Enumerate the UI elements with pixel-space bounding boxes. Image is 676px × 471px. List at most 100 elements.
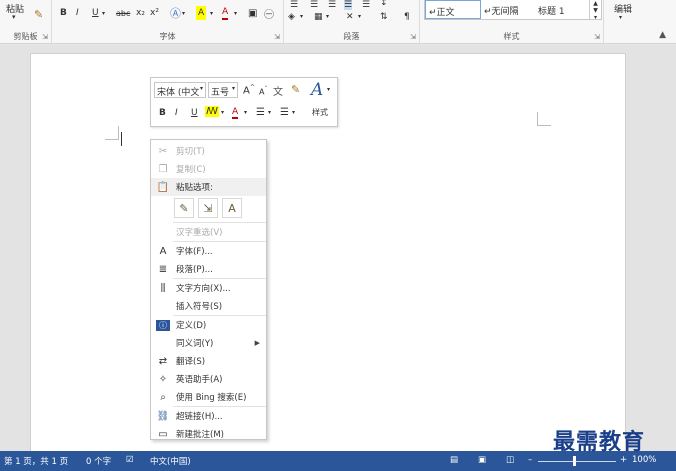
language-indicator[interactable]: 中文(中国)	[150, 455, 191, 467]
font-color-button[interactable]: A	[222, 6, 229, 20]
menu-paragraph[interactable]: ≣ 段落(P)...	[151, 260, 266, 278]
line-spacing-icon[interactable]: ↕	[380, 0, 388, 8]
character-shading-icon[interactable]: ▣	[248, 6, 257, 20]
menu-insert-symbol[interactable]: 插入符号(S)	[151, 297, 266, 315]
italic-button[interactable]: I	[76, 6, 79, 20]
align-right-icon[interactable]: ☰	[328, 0, 336, 10]
menu-synonyms[interactable]: 同义词(Y) ▶	[151, 334, 266, 352]
menu-font[interactable]: A 字体(F)...	[151, 242, 266, 260]
menu-translate[interactable]: ⇄ 翻译(S)	[151, 352, 266, 370]
zoom-in-icon[interactable]: +	[620, 455, 627, 465]
style-normal[interactable]: ↵正文	[425, 0, 481, 19]
align-left-icon[interactable]: ☰	[290, 0, 298, 10]
menu-copy[interactable]: ❐ 复制(C)	[151, 160, 266, 178]
paste-keep-source-icon[interactable]: ✎	[174, 198, 194, 218]
shading-dropdown-icon[interactable]: ▾	[300, 13, 303, 20]
zoom-slider-thumb[interactable]	[573, 456, 576, 466]
styles-scroll-icon[interactable]: ▲ ▼ ▾	[589, 0, 601, 21]
mini-font-color-button[interactable]: A	[232, 107, 239, 119]
underline-button[interactable]: U	[92, 6, 99, 20]
text-effects-dropdown-icon[interactable]: ▾	[182, 6, 185, 20]
menu-new-comment[interactable]: ▭ 新建批注(M)	[151, 425, 266, 443]
paste-dropdown-icon[interactable]: ▾	[12, 13, 16, 21]
editing-button[interactable]: 编辑	[606, 2, 640, 15]
font-launcher-icon[interactable]: ⇲	[274, 33, 280, 41]
numbering-dropdown-icon[interactable]: ▾	[292, 109, 295, 116]
format-painter-mini-icon[interactable]: ✎	[291, 83, 300, 96]
collapse-ribbon-icon[interactable]: ▲	[659, 30, 666, 40]
text-direction-icon: ⫼	[160, 282, 166, 294]
enclosed-character-icon[interactable]: ㊀	[264, 6, 274, 21]
clipboard-icon: 📋	[156, 181, 170, 193]
comment-icon: ▭	[158, 428, 168, 440]
bullets-icon[interactable]: ☰	[256, 107, 265, 118]
editing-dropdown-icon[interactable]: ▾	[619, 14, 622, 21]
menu-english-assistant[interactable]: ✧ 英语助手(A)	[151, 370, 266, 388]
zoom-out-icon[interactable]: –	[528, 455, 532, 465]
font-color-dropdown-icon[interactable]: ▾	[234, 6, 237, 20]
highlight-button[interactable]: A	[196, 6, 207, 20]
chinese-layout-dropdown-icon[interactable]: ▾	[358, 13, 361, 20]
menu-hyperlink-label: 超链接(H)...	[176, 412, 223, 422]
word-count[interactable]: 0 个字	[86, 455, 111, 467]
read-mode-icon[interactable]: ▤	[450, 455, 458, 465]
font-name-field[interactable]: 宋体 (中文 ▾	[154, 82, 206, 98]
mini-italic-button[interactable]: I	[175, 108, 178, 118]
clipboard-launcher-icon[interactable]: ⇲	[42, 33, 48, 41]
grow-font-button[interactable]: A^	[243, 84, 255, 96]
highlight-dropdown-icon[interactable]: ▾	[210, 6, 213, 20]
menu-define[interactable]: ⓘ 定义(D)	[151, 316, 266, 334]
menu-bing-search[interactable]: ⌕ 使用 Bing 搜索(E)	[151, 388, 266, 406]
superscript-button[interactable]: x²	[150, 6, 159, 20]
font-size-dropdown-icon[interactable]: ▾	[232, 85, 235, 95]
menu-text-direction[interactable]: ⫼ 文字方向(X)...	[151, 279, 266, 297]
bullets-dropdown-icon[interactable]: ▾	[268, 109, 271, 116]
bold-button[interactable]: B	[60, 6, 67, 20]
menu-paragraph-label: 段落(P)...	[176, 265, 213, 275]
shading-icon[interactable]: ◈	[288, 12, 295, 22]
shrink-font-button[interactable]: Aˇ	[259, 86, 267, 97]
numbering-icon[interactable]: ☰	[280, 107, 289, 118]
menu-reconvert[interactable]: 汉字重选(V)	[151, 223, 266, 241]
styles-launcher-icon[interactable]: ⇲	[594, 33, 600, 41]
phonetic-guide-icon[interactable]: 文	[273, 83, 283, 98]
mini-highlight-icon[interactable]: ꟿ	[205, 106, 219, 117]
page-count[interactable]: 第 1 页，共 1 页	[4, 455, 68, 467]
show-marks-icon[interactable]: ¶	[404, 12, 410, 22]
english-assistant-icon: ✧	[158, 373, 168, 385]
styles-dropdown-icon[interactable]: ▾	[327, 86, 330, 93]
zoom-slider-track[interactable]	[538, 461, 616, 462]
paste-merge-format-icon[interactable]: ⇲	[198, 198, 218, 218]
menu-cut[interactable]: ✂ 剪切(T)	[151, 142, 266, 160]
text-effects-icon[interactable]: Ⓐ	[170, 6, 181, 20]
distributed-icon[interactable]: ☰	[362, 0, 370, 10]
mini-toolbar: 宋体 (中文 ▾ 五号 ▾ A^ Aˇ 文 ✎ A ▾ B I U ꟿ ▾ A …	[150, 77, 338, 127]
strikethrough-button[interactable]: abc	[116, 6, 130, 20]
mini-font-color-dropdown-icon[interactable]: ▾	[244, 109, 247, 116]
subscript-button[interactable]: x₂	[136, 6, 145, 20]
borders-icon[interactable]: ▦	[314, 12, 323, 22]
menu-hyperlink[interactable]: ⛓ 超链接(H)...	[151, 407, 266, 425]
web-layout-icon[interactable]: ◫	[506, 455, 514, 465]
styles-icon[interactable]: A	[311, 80, 323, 100]
justify-icon[interactable]: ☰	[344, 0, 353, 10]
mini-bold-button[interactable]: B	[159, 108, 166, 118]
print-layout-icon[interactable]: ▣	[478, 455, 486, 465]
paragraph-launcher-icon[interactable]: ⇲	[410, 33, 416, 41]
borders-dropdown-icon[interactable]: ▾	[326, 13, 329, 20]
underline-dropdown-icon[interactable]: ▾	[102, 6, 105, 20]
mini-underline-button[interactable]: U	[191, 108, 198, 118]
sort-icon[interactable]: ⇅	[380, 12, 388, 22]
style-heading-1[interactable]: 标题 1	[535, 0, 589, 19]
proofing-icon[interactable]: ☑	[126, 455, 134, 465]
style-no-spacing[interactable]: ↵无间隔	[481, 0, 535, 19]
scissors-icon: ✂	[158, 145, 168, 157]
format-painter-icon[interactable]: ✎	[34, 8, 43, 21]
zoom-level[interactable]: 100%	[632, 455, 656, 465]
paste-text-only-icon[interactable]: A	[222, 198, 242, 218]
chinese-layout-icon[interactable]: ✕	[346, 12, 354, 22]
font-name-dropdown-icon[interactable]: ▾	[200, 85, 203, 95]
mini-highlight-dropdown-icon[interactable]: ▾	[221, 109, 224, 116]
align-center-icon[interactable]: ☰	[310, 0, 318, 10]
font-size-field[interactable]: 五号 ▾	[208, 82, 238, 98]
